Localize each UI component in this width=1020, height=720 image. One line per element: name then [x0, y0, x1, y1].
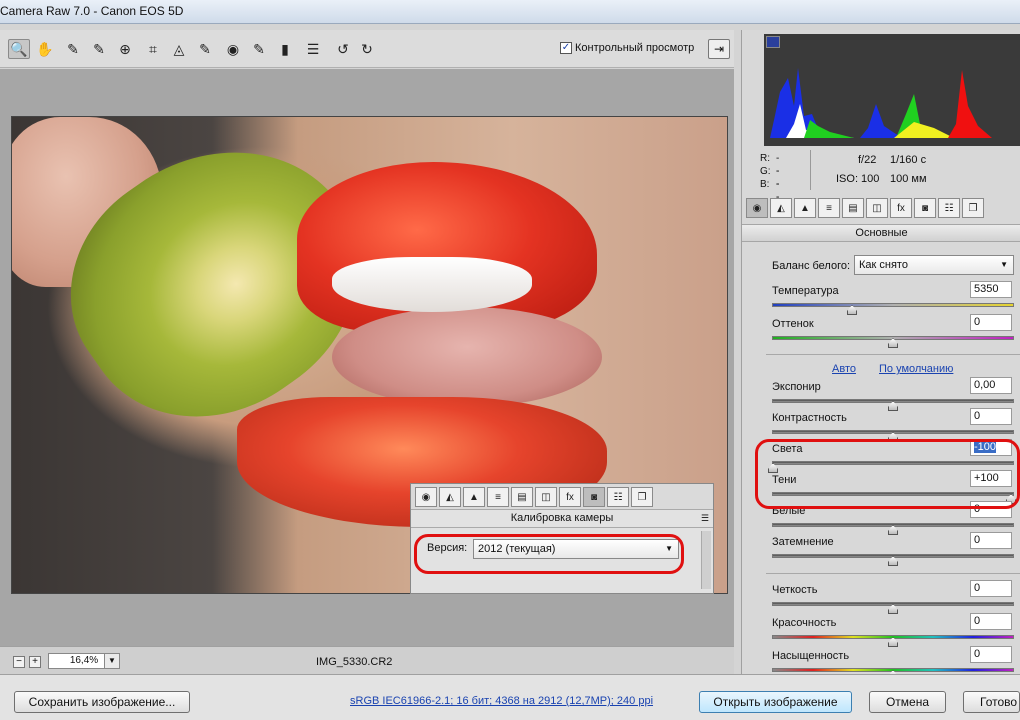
- right-panel: R:--- G:--- B:--- f/22 1/160 с ISO: 100 …: [741, 30, 1020, 680]
- vibrance-slider[interactable]: Красочность 0: [772, 613, 1020, 649]
- zoom-tool-icon[interactable]: 🔍: [8, 39, 30, 59]
- clarity-slider[interactable]: Четкость 0: [772, 580, 1020, 616]
- lens-tab-icon[interactable]: ◫: [866, 198, 888, 218]
- preview-label: Контрольный просмотр: [575, 42, 695, 54]
- shutter-speed: 1/160 с: [890, 154, 927, 166]
- effects-tab-icon[interactable]: fx: [559, 487, 581, 507]
- spot-removal-icon[interactable]: ✎: [194, 39, 216, 59]
- detail-tab-icon[interactable]: ▲: [463, 487, 485, 507]
- dropdown-arrow-icon: ▼: [104, 654, 119, 668]
- blacks-slider[interactable]: Затемнение 0: [772, 532, 1020, 568]
- red-eye-icon[interactable]: ◉: [222, 39, 244, 59]
- contrast-field[interactable]: 0: [970, 408, 1012, 425]
- basic-tab-icon[interactable]: ◉: [415, 487, 437, 507]
- tint-slider[interactable]: Оттенок 0: [772, 314, 1020, 350]
- snapshots-tab-icon[interactable]: ❐: [962, 198, 984, 218]
- camera-calibration-tab-icon[interactable]: ◙: [583, 487, 605, 507]
- hsl-tab-icon[interactable]: ≡: [487, 487, 509, 507]
- clarity-field[interactable]: 0: [970, 580, 1012, 597]
- window-title: Camera Raw 7.0 - Canon EOS 5D: [0, 4, 184, 18]
- open-image-button[interactable]: Открыть изображение: [699, 691, 852, 713]
- canvas-status-bar: − + 16,4% ▼ IMG_5330.CR2: [0, 646, 734, 674]
- version-highlight-oval: [414, 534, 684, 574]
- white-balance-tool-icon[interactable]: ✎: [62, 39, 84, 59]
- rotate-left-icon[interactable]: ↺: [332, 39, 354, 59]
- focal-length: 100 мм: [890, 173, 927, 185]
- histogram-graph: [770, 68, 992, 138]
- vibrance-field[interactable]: 0: [970, 613, 1012, 630]
- calibration-title: Калибровка камеры ☰: [411, 510, 713, 528]
- rotate-right-icon[interactable]: ↻: [356, 39, 378, 59]
- lens-tab-icon[interactable]: ◫: [535, 487, 557, 507]
- cancel-button[interactable]: Отмена: [869, 691, 946, 713]
- exposure-field[interactable]: 0,00: [970, 377, 1012, 394]
- rgb-readout: R:--- G:--- B:---: [760, 153, 780, 216]
- split-toning-tab-icon[interactable]: ▤: [842, 198, 864, 218]
- white-balance-select[interactable]: Как снято ▼: [854, 255, 1014, 275]
- snapshots-tab-icon[interactable]: ❐: [631, 487, 653, 507]
- presets-tab-icon[interactable]: ☷: [938, 198, 960, 218]
- save-image-button[interactable]: Сохранить изображение...: [14, 691, 190, 713]
- workflow-options-link[interactable]: sRGB IEC61966-2.1; 16 бит; 4368 на 2912 …: [350, 695, 653, 707]
- zoom-in-button[interactable]: +: [29, 656, 41, 668]
- panel-tabs: ◉ ◭ ▲ ≡ ▤ ◫ fx ◙ ☷ ❐: [746, 198, 1019, 222]
- hand-tool-icon[interactable]: ✋: [34, 39, 56, 59]
- detail-tab-icon[interactable]: ▲: [794, 198, 816, 218]
- color-sampler-icon[interactable]: ✎: [88, 39, 110, 59]
- section-title: Основные: [742, 224, 1020, 242]
- teeth: [332, 257, 532, 312]
- calibration-scrollbar[interactable]: [701, 531, 711, 589]
- dropdown-arrow-icon: ▼: [1000, 260, 1008, 269]
- basic-tab-icon[interactable]: ◉: [746, 198, 768, 218]
- done-button[interactable]: Готово: [963, 691, 1020, 713]
- effects-tab-icon[interactable]: fx: [890, 198, 912, 218]
- graduated-filter-icon[interactable]: ▮: [274, 39, 296, 59]
- divider: [766, 573, 1020, 574]
- zoom-out-button[interactable]: −: [13, 656, 25, 668]
- tongue: [332, 307, 602, 407]
- adjustment-brush-icon[interactable]: ✎: [248, 39, 270, 59]
- hsl-tab-icon[interactable]: ≡: [818, 198, 840, 218]
- file-name: IMG_5330.CR2: [316, 656, 393, 668]
- tint-field[interactable]: 0: [970, 314, 1012, 331]
- auto-link[interactable]: Авто: [832, 363, 856, 375]
- tone-curve-tab-icon[interactable]: ◭: [770, 198, 792, 218]
- white-balance-label: Баланс белого:: [772, 260, 851, 272]
- default-link[interactable]: По умолчанию: [879, 363, 953, 375]
- split-toning-tab-icon[interactable]: ▤: [511, 487, 533, 507]
- temperature-field[interactable]: 5350: [970, 281, 1012, 298]
- fullscreen-icon[interactable]: ⇥: [708, 39, 730, 59]
- saturation-field[interactable]: 0: [970, 646, 1012, 663]
- preview-checkbox[interactable]: ✓ Контрольный просмотр: [560, 42, 694, 54]
- straighten-icon[interactable]: ◬: [168, 39, 190, 59]
- camera-calibration-tab-icon[interactable]: ◙: [914, 198, 936, 218]
- readout-divider: [810, 150, 811, 190]
- zoom-level-select[interactable]: 16,4% ▼: [48, 653, 120, 669]
- checkmark-icon[interactable]: ✓: [560, 42, 572, 54]
- presets-tab-icon[interactable]: ☷: [607, 487, 629, 507]
- preferences-icon[interactable]: ☰: [302, 39, 324, 59]
- bottom-bar: Сохранить изображение... sRGB IEC61966-2…: [0, 674, 1020, 720]
- target-adjustment-icon[interactable]: ⊕: [114, 39, 136, 59]
- highlights-shadows-highlight-oval: [755, 439, 1020, 509]
- aperture: f/22: [858, 154, 877, 166]
- iso: ISO: 100: [836, 173, 880, 185]
- calibration-tabs: ◉ ◭ ▲ ≡ ▤ ◫ fx ◙ ☷ ❐: [411, 484, 713, 510]
- panel-menu-icon[interactable]: ☰: [701, 510, 709, 527]
- title-bar: Camera Raw 7.0 - Canon EOS 5D: [0, 0, 1020, 24]
- divider: [766, 354, 1020, 355]
- crop-icon[interactable]: ⌗: [142, 39, 164, 59]
- blacks-field[interactable]: 0: [970, 532, 1012, 549]
- shadow-clipping-warning-icon[interactable]: [766, 36, 780, 48]
- temperature-slider[interactable]: Температура 5350: [772, 281, 1020, 317]
- toolbar: 🔍 ✋ ✎ ✎ ⊕ ⌗ ◬ ✎ ◉ ✎ ▮ ☰ ↺ ↻ ✓ Контрольны…: [0, 30, 734, 68]
- histogram: [764, 34, 1020, 146]
- tone-curve-tab-icon[interactable]: ◭: [439, 487, 461, 507]
